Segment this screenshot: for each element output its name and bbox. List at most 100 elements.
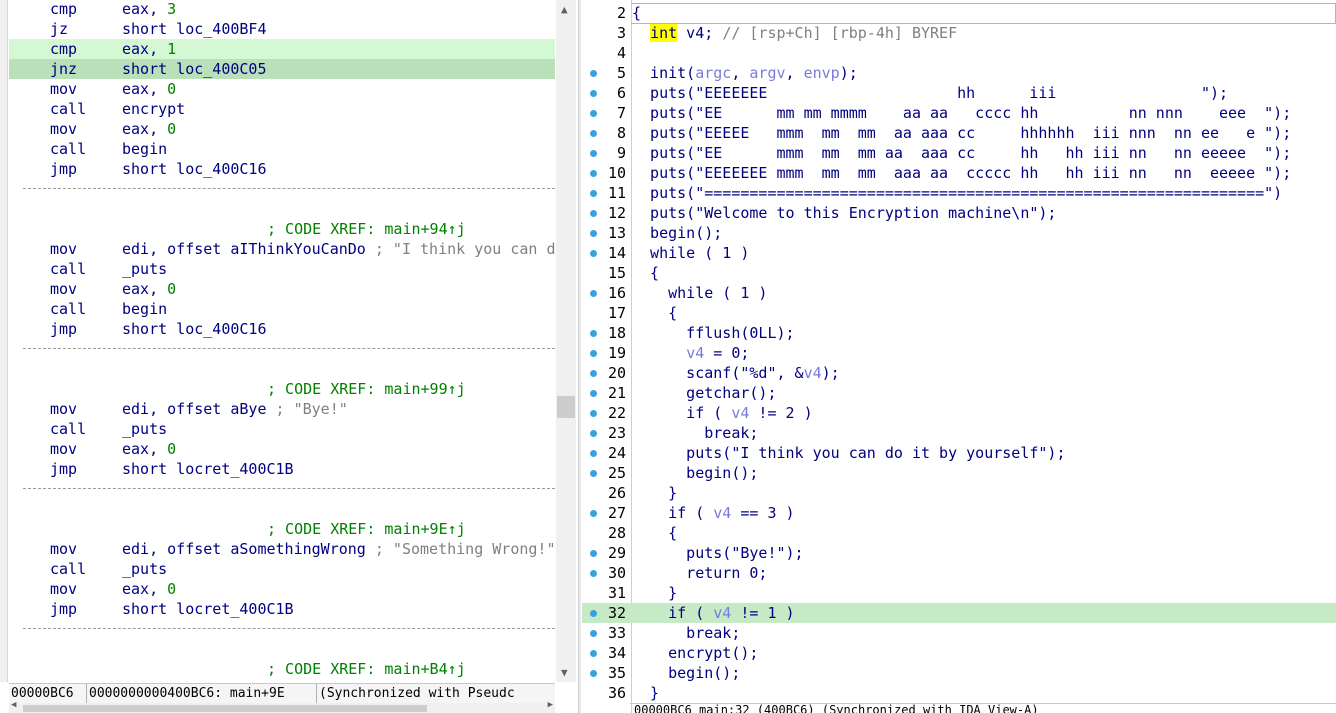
mnemonic[interactable]: mov	[50, 539, 77, 559]
operand[interactable]: eax, 3	[122, 0, 176, 19]
code-text[interactable]: puts("EEEEEEE hh iii ");	[632, 83, 1228, 103]
scroll-down-arrow-icon[interactable]: ▼	[561, 666, 568, 679]
operand-text[interactable]: eax,	[122, 80, 167, 98]
breakpoint-dot-icon[interactable]	[590, 630, 597, 637]
code-xref-comment[interactable]: ; CODE XREF: main+99↑j	[267, 379, 466, 399]
code-text[interactable]: puts("==================================…	[632, 183, 1282, 203]
operand[interactable]: edi, offset aSomethingWrong ; "Something…	[122, 539, 555, 559]
pseudocode-line[interactable]: 10 puts("EEEEEEE mmm mm mm aaa aa ccccc …	[582, 163, 1336, 183]
breakpoint-dot-icon[interactable]	[590, 390, 597, 397]
instruction-line[interactable]: cmp eax, 1	[9, 39, 555, 59]
pseudocode-line[interactable]: 26 }	[582, 483, 1336, 503]
instruction-line[interactable]: mov eax, 0	[9, 79, 555, 99]
breakpoint-dot-icon[interactable]	[590, 610, 597, 617]
breakpoint-dot-icon[interactable]	[590, 130, 597, 137]
pseudocode-line[interactable]: 18 fflush(0LL);	[582, 323, 1336, 343]
variable-argc[interactable]: argc	[695, 64, 731, 82]
instruction-line[interactable]: jz short loc_400BF4	[9, 19, 555, 39]
breakpoint-dot-icon[interactable]	[590, 430, 597, 437]
mnemonic[interactable]: call	[50, 419, 86, 439]
mnemonic[interactable]: call	[50, 139, 86, 159]
operand[interactable]: encrypt	[122, 99, 185, 119]
code-text[interactable]: }	[632, 483, 677, 503]
pseudocode-line[interactable]: 30 return 0;	[582, 563, 1336, 583]
operand-text[interactable]: short locret_400C1B	[122, 600, 294, 618]
scrollbar-thumb[interactable]	[557, 396, 575, 418]
pseudocode-line[interactable]: 28 {	[582, 523, 1336, 543]
mnemonic[interactable]: mov	[50, 119, 77, 139]
operand[interactable]: short loc_400C05	[122, 59, 267, 79]
operand-text[interactable]: _puts	[122, 260, 167, 278]
code-text[interactable]: getchar();	[632, 383, 776, 403]
mnemonic[interactable]: mov	[50, 79, 77, 99]
instruction-line[interactable]: call _puts	[9, 259, 555, 279]
pseudocode-line[interactable]: 19 v4 = 0;	[582, 343, 1336, 363]
operand-text[interactable]: edi, offset aIThinkYouCanDo	[122, 240, 366, 258]
pseudocode-line[interactable]: 22 if ( v4 != 2 )	[582, 403, 1336, 423]
operand-text[interactable]: edi, offset aSomethingWrong	[122, 540, 366, 558]
breakpoint-dot-icon[interactable]	[590, 70, 597, 77]
pseudocode-line[interactable]: 11 puts("===============================…	[582, 183, 1336, 203]
instruction-line[interactable]: call _puts	[9, 559, 555, 579]
code-text[interactable]: == 3 )	[731, 504, 794, 522]
operand-text[interactable]: short loc_400C05	[122, 60, 267, 78]
code-text[interactable]: scanf("%d", &v4);	[632, 363, 840, 383]
operand-text[interactable]: short loc_400BF4	[122, 20, 267, 38]
code-text[interactable]: while ( 1 )	[632, 243, 749, 263]
instruction-line[interactable]: jmp short loc_400C16	[9, 319, 555, 339]
code-xref-comment[interactable]: ; CODE XREF: main+94↑j	[267, 219, 466, 239]
operand[interactable]: short loc_400BF4	[122, 19, 267, 39]
pseudocode-line[interactable]: 3 int v4; // [rsp+Ch] [rbp-4h] BYREF	[582, 23, 1336, 43]
pseudocode-line[interactable]: 33 break;	[582, 623, 1336, 643]
mnemonic[interactable]: call	[50, 259, 86, 279]
mnemonic[interactable]: cmp	[50, 39, 77, 59]
code-text[interactable]: begin();	[632, 463, 758, 483]
pseudocode-line[interactable]: 31 }	[582, 583, 1336, 603]
breakpoint-dot-icon[interactable]	[590, 230, 597, 237]
mnemonic[interactable]: call	[50, 559, 86, 579]
code-text[interactable]: puts("I think you can do it by yourself"…	[632, 443, 1065, 463]
instruction-line[interactable]: mov eax, 0	[9, 579, 555, 599]
code-text[interactable]: if (	[632, 604, 713, 622]
operand[interactable]: begin	[122, 139, 167, 159]
operand[interactable]: short locret_400C1B	[122, 459, 294, 479]
breakpoint-dot-icon[interactable]	[590, 90, 597, 97]
operand[interactable]: edi, offset aIThinkYouCanDo ; "I think y…	[122, 239, 555, 259]
xref-comment-line[interactable]: ; CODE XREF: main+99↑j	[9, 379, 555, 399]
code-text[interactable]: scanf("%d", &	[632, 364, 803, 382]
code-text[interactable]: if ( v4 != 2 )	[632, 403, 812, 423]
code-text[interactable]: if (	[632, 504, 713, 522]
disassembly-horizontal-scrollbar[interactable]: ◀ ▶	[9, 700, 555, 713]
code-text[interactable]: {	[632, 3, 641, 23]
instruction-line[interactable]: jmp short locret_400C1B	[9, 599, 555, 619]
code-text[interactable]: puts("Welcome to this Encryption machine…	[632, 203, 1056, 223]
code-text[interactable]: init(argc, argv, envp);	[632, 63, 858, 83]
mnemonic[interactable]: jmp	[50, 599, 77, 619]
mnemonic[interactable]: jmp	[50, 159, 77, 179]
pseudocode-line[interactable]: 15 {	[582, 263, 1336, 283]
breakpoint-dot-icon[interactable]	[590, 510, 597, 517]
code-text[interactable]: if (	[632, 404, 731, 422]
mnemonic[interactable]: mov	[50, 579, 77, 599]
pseudocode-line[interactable]: 8 puts("EEEEE mmm mm mm aa aaa cc hhhhhh…	[582, 123, 1336, 143]
operand[interactable]: _puts	[122, 259, 167, 279]
operand[interactable]: _puts	[122, 419, 167, 439]
operand-text[interactable]: short loc_400C16	[122, 160, 267, 178]
code-text[interactable]: int v4; // [rsp+Ch] [rbp-4h] BYREF	[632, 23, 957, 43]
code-xref-comment[interactable]: ; CODE XREF: main+9E↑j	[267, 519, 466, 539]
mnemonic[interactable]: jmp	[50, 319, 77, 339]
operand[interactable]: short loc_400C16	[122, 319, 267, 339]
hscroll-thumb[interactable]	[23, 705, 427, 712]
code-xref-comment[interactable]: ; CODE XREF: main+B4↑j	[267, 659, 466, 679]
type-keyword-highlight[interactable]: int	[650, 24, 678, 42]
disassembly-vertical-scrollbar[interactable]: ▲ ▼	[556, 0, 576, 682]
instruction-line[interactable]: cmp eax, 3	[9, 0, 555, 19]
variable-v4[interactable]: v4	[713, 504, 731, 522]
mnemonic[interactable]: mov	[50, 439, 77, 459]
variable-v4[interactable]: v4	[731, 404, 749, 422]
instruction-line[interactable]: mov edi, offset aIThinkYouCanDo ; "I thin…	[9, 239, 555, 259]
instruction-line[interactable]: jnz short loc_400C05	[9, 59, 555, 79]
breakpoint-dot-icon[interactable]	[590, 210, 597, 217]
pseudocode-line[interactable]: 7 puts("EE mm mm mmmm aa aa cccc hh nn n…	[582, 103, 1336, 123]
declaration-text[interactable]: v4;	[677, 24, 722, 42]
